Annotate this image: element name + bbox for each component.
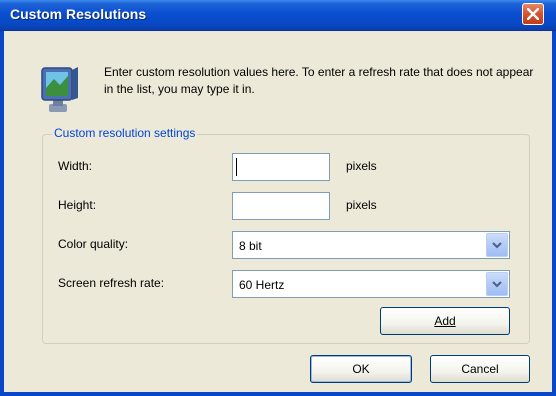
color-quality-dropdown-button[interactable]: [486, 233, 508, 257]
window-title: Custom Resolutions: [10, 6, 147, 22]
refresh-rate-label: Screen refresh rate:: [58, 276, 165, 290]
chevron-down-icon: [492, 281, 502, 288]
chevron-down-icon: [492, 242, 502, 249]
add-button[interactable]: Add: [380, 307, 510, 335]
height-label: Height:: [58, 198, 97, 212]
refresh-rate-select[interactable]: 60 Hertz: [232, 270, 510, 298]
height-field[interactable]: [232, 192, 330, 220]
title-bar[interactable]: Custom Resolutions: [0, 0, 556, 31]
add-button-label: Add: [434, 314, 456, 328]
close-icon: [527, 8, 539, 20]
close-button[interactable]: [522, 3, 544, 25]
width-label: Width:: [58, 159, 93, 173]
text-caret: [236, 158, 237, 176]
cancel-button[interactable]: Cancel: [430, 355, 530, 383]
width-field[interactable]: [232, 153, 330, 181]
ok-button[interactable]: OK: [310, 355, 412, 383]
refresh-rate-dropdown-button[interactable]: [486, 272, 508, 296]
width-unit: pixels: [346, 159, 377, 173]
height-unit: pixels: [346, 198, 377, 212]
group-legend: Custom resolution settings: [52, 126, 198, 140]
display-monitor-icon: [41, 67, 78, 112]
intro-text: Enter custom resolution values here. To …: [104, 65, 534, 96]
color-quality-value: 8 bit: [239, 239, 262, 253]
color-quality-label: Color quality:: [58, 237, 129, 251]
color-quality-select[interactable]: 8 bit: [232, 231, 510, 259]
refresh-rate-value: 60 Hertz: [239, 278, 285, 292]
